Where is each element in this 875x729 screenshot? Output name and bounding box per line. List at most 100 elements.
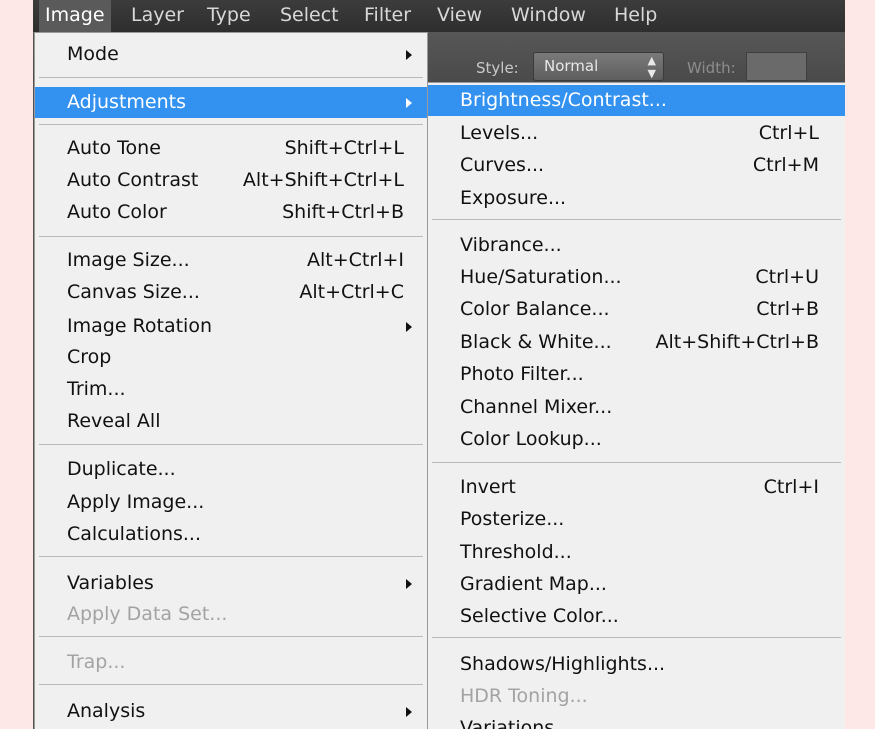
- menu-item-calculations[interactable]: Calculations...: [35, 519, 427, 550]
- menu-separator: [432, 462, 841, 463]
- menu-item-hdr-toning: HDR Toning...: [428, 681, 845, 712]
- menu-item-label: Channel Mixer...: [460, 396, 613, 418]
- submenu-arrow-icon: [406, 322, 412, 332]
- submenu-arrow-icon: [406, 707, 412, 717]
- menu-item-label: Image Rotation: [67, 315, 213, 337]
- menu-item-shortcut: Alt+Shift+Ctrl+L: [242, 169, 404, 191]
- menu-item-apply-data-set: Apply Data Set...: [35, 599, 427, 630]
- menu-item-photo-filter[interactable]: Photo Filter...: [428, 359, 845, 390]
- menubar-image[interactable]: Image: [39, 0, 111, 32]
- menu-item-shortcut: Alt+Shift+Ctrl+B: [655, 331, 819, 353]
- menu-item-reveal-all[interactable]: Reveal All: [35, 406, 427, 437]
- menu-item-label: Reveal All: [67, 410, 161, 432]
- menu-item-auto-tone[interactable]: Auto Tone Shift+Ctrl+L: [35, 133, 427, 164]
- menu-item-gradient-map[interactable]: Gradient Map...: [428, 569, 845, 600]
- menu-item-color-lookup[interactable]: Color Lookup...: [428, 424, 845, 455]
- menu-item-label: Posterize...: [460, 508, 565, 530]
- menubar-layer[interactable]: Layer: [125, 0, 190, 32]
- menu-bar: Image Layer Type Select Filter View Wind…: [33, 0, 845, 32]
- menu-item-exposure[interactable]: Exposure...: [428, 183, 845, 214]
- photoshop-window: Image Layer Type Select Filter View Wind…: [33, 0, 845, 729]
- menu-item-apply-image[interactable]: Apply Image...: [35, 487, 427, 518]
- menu-item-label: Crop: [67, 346, 112, 368]
- menu-item-label: Shadows/Highlights...: [460, 653, 666, 675]
- menu-item-label: Auto Tone: [67, 137, 161, 159]
- menu-separator: [39, 77, 423, 78]
- menu-item-shortcut: Ctrl+L: [758, 122, 819, 144]
- menu-item-variations[interactable]: Variations...: [428, 713, 845, 729]
- menu-item-duplicate[interactable]: Duplicate...: [35, 454, 427, 485]
- menu-item-label: Canvas Size...: [67, 281, 200, 303]
- style-select[interactable]: Normal ▲ ▼: [533, 52, 664, 81]
- menubar-type[interactable]: Type: [201, 0, 257, 32]
- menubar-view[interactable]: View: [431, 0, 488, 32]
- menu-item-shortcut: Shift+Ctrl+L: [284, 137, 404, 159]
- menu-item-variables[interactable]: Variables: [35, 568, 427, 599]
- menu-item-black-white[interactable]: Black & White... Alt+Shift+Ctrl+B: [428, 327, 845, 358]
- menubar-help[interactable]: Help: [608, 0, 663, 32]
- menu-item-shadows-highlights[interactable]: Shadows/Highlights...: [428, 649, 845, 680]
- menu-item-label: Color Balance...: [460, 298, 610, 320]
- menu-item-label: Variations...: [460, 717, 573, 729]
- menu-item-invert[interactable]: Invert Ctrl+I: [428, 472, 845, 503]
- menu-item-brightness-contrast[interactable]: Brightness/Contrast...: [428, 85, 845, 116]
- menu-item-label: Calculations...: [67, 523, 202, 545]
- menu-item-curves[interactable]: Curves... Ctrl+M: [428, 150, 845, 181]
- menu-separator: [39, 556, 423, 557]
- image-menu: Mode Adjustments Auto Tone Shift+Ctrl+L …: [34, 32, 428, 729]
- menu-item-trim[interactable]: Trim...: [35, 374, 427, 405]
- menu-item-label: Threshold...: [460, 541, 572, 563]
- menu-item-trap: Trap...: [35, 647, 427, 678]
- menubar-window[interactable]: Window: [505, 0, 592, 32]
- menu-item-label: Black & White...: [460, 331, 612, 353]
- menu-item-label: Selective Color...: [460, 605, 619, 627]
- menu-item-levels[interactable]: Levels... Ctrl+L: [428, 118, 845, 149]
- menu-item-adjustments[interactable]: Adjustments: [35, 87, 427, 118]
- menu-item-shortcut: Ctrl+M: [752, 154, 819, 176]
- menu-item-label: Mode: [67, 43, 119, 65]
- menu-item-label: Gradient Map...: [460, 573, 607, 595]
- menu-item-image-rotation[interactable]: Image Rotation: [35, 311, 427, 342]
- menubar-select[interactable]: Select: [274, 0, 345, 32]
- menu-item-label: Vibrance...: [460, 234, 562, 256]
- menu-item-auto-contrast[interactable]: Auto Contrast Alt+Shift+Ctrl+L: [35, 165, 427, 196]
- menu-item-threshold[interactable]: Threshold...: [428, 537, 845, 568]
- menu-item-label: Brightness/Contrast...: [460, 89, 667, 111]
- menu-item-mode[interactable]: Mode: [35, 39, 427, 70]
- menu-item-label: Trap...: [67, 651, 126, 673]
- menu-item-label: Auto Contrast: [67, 169, 199, 191]
- menu-item-label: Adjustments: [67, 91, 186, 113]
- menu-item-label: Apply Data Set...: [67, 603, 228, 625]
- menu-item-posterize[interactable]: Posterize...: [428, 504, 845, 535]
- menu-item-image-size[interactable]: Image Size... Alt+Ctrl+I: [35, 245, 427, 276]
- menu-item-label: Image Size...: [67, 249, 190, 271]
- menu-item-label: Curves...: [460, 154, 545, 176]
- menu-item-analysis[interactable]: Analysis: [35, 696, 427, 727]
- width-label: Width:: [687, 59, 736, 77]
- select-arrows-icon: ▲ ▼: [647, 54, 656, 80]
- menu-item-selective-color[interactable]: Selective Color...: [428, 601, 845, 632]
- menu-item-label: Auto Color: [67, 201, 167, 223]
- menu-item-auto-color[interactable]: Auto Color Shift+Ctrl+B: [35, 197, 427, 228]
- menu-item-crop[interactable]: Crop: [35, 342, 427, 373]
- menu-separator: [39, 124, 423, 125]
- menu-item-label: Variables: [67, 572, 154, 594]
- menu-item-label: Invert: [460, 476, 516, 498]
- menu-item-shortcut: Shift+Ctrl+B: [282, 201, 404, 223]
- submenu-arrow-icon: [406, 98, 412, 108]
- menubar-filter[interactable]: Filter: [358, 0, 417, 32]
- menu-item-channel-mixer[interactable]: Channel Mixer...: [428, 392, 845, 423]
- menu-item-label: Hue/Saturation...: [460, 266, 622, 288]
- style-label: Style:: [476, 59, 519, 77]
- menu-item-canvas-size[interactable]: Canvas Size... Alt+Ctrl+C: [35, 277, 427, 308]
- menu-separator: [39, 444, 423, 445]
- menu-item-hue-saturation[interactable]: Hue/Saturation... Ctrl+U: [428, 262, 845, 293]
- menu-item-color-balance[interactable]: Color Balance... Ctrl+B: [428, 294, 845, 325]
- menu-separator: [39, 236, 423, 237]
- menu-item-label: Analysis: [67, 700, 146, 722]
- menu-item-label: Duplicate...: [67, 458, 176, 480]
- menu-item-label: HDR Toning...: [460, 685, 588, 707]
- adjustments-submenu: Brightness/Contrast... Levels... Ctrl+L …: [427, 82, 845, 729]
- menu-item-vibrance[interactable]: Vibrance...: [428, 230, 845, 261]
- menu-item-label: Apply Image...: [67, 491, 205, 513]
